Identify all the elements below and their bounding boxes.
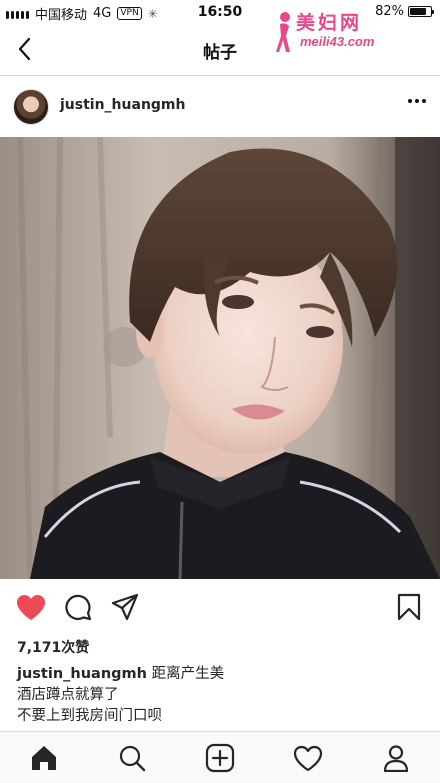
tab-search[interactable] xyxy=(115,742,149,774)
post-username[interactable]: justin_huangmh xyxy=(60,97,185,113)
paper-plane-icon xyxy=(111,593,139,621)
bottom-tab-bar xyxy=(0,731,440,783)
tab-profile[interactable] xyxy=(379,742,413,774)
post-header: justin_huangmh xyxy=(0,77,440,137)
user-icon xyxy=(383,745,409,772)
home-icon xyxy=(32,746,56,770)
comment-button[interactable] xyxy=(61,592,95,622)
bookmark-icon xyxy=(397,593,421,621)
heart-outline-icon xyxy=(293,745,323,771)
plus-square-icon xyxy=(205,743,235,773)
nav-header: 帖子 xyxy=(0,24,440,76)
save-button[interactable] xyxy=(392,592,426,622)
post-caption: justin_huangmh 距离产生美 酒店蹲点就算了 不要上到我房间门口呗 xyxy=(17,664,427,727)
caption-username[interactable]: justin_huangmh xyxy=(17,666,147,682)
caption-text-1: 距离产生美 xyxy=(151,666,225,682)
avatar[interactable] xyxy=(13,89,49,125)
likes-count[interactable]: 7,171次赞 xyxy=(17,637,89,657)
tab-add-post[interactable] xyxy=(203,742,237,774)
share-button[interactable] xyxy=(108,592,142,622)
post-actions xyxy=(0,580,440,634)
tab-activity[interactable] xyxy=(291,742,325,774)
more-horizontal-icon xyxy=(408,99,412,103)
like-button[interactable] xyxy=(14,592,48,622)
more-options-button[interactable] xyxy=(408,99,426,103)
page-title: 帖子 xyxy=(203,43,237,63)
post-photo[interactable] xyxy=(0,137,440,579)
battery-icon xyxy=(408,6,434,17)
heart-filled-icon xyxy=(17,594,45,620)
caption-text-2: 酒店蹲点就算了 xyxy=(17,687,119,703)
photo-image xyxy=(0,137,440,579)
tab-home[interactable] xyxy=(27,742,61,774)
search-icon xyxy=(119,745,146,772)
caption-line-1: justin_huangmh 距离产生美 xyxy=(17,664,427,685)
comment-icon xyxy=(65,594,92,621)
caption-text-3: 不要上到我房间门口呗 xyxy=(17,708,162,724)
